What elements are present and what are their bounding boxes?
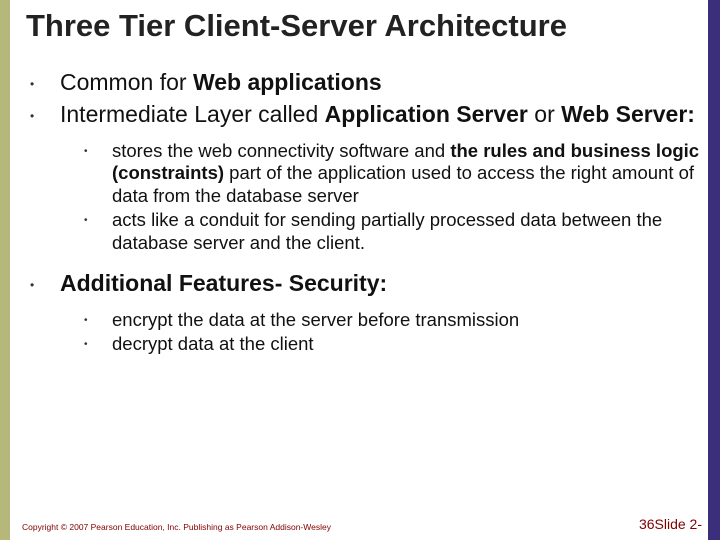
text-bold-fragment: Web Server: [561,101,695,127]
sub-bullet-list: • encrypt the data at the server before … [20,309,702,356]
main-bullet-list: • Common for Web applications • Intermed… [20,68,702,128]
text-fragment: Intermediate Layer called [60,101,325,127]
slide-number: 36Slide 2- [639,516,702,532]
bullet-dot-icon: • [30,100,60,123]
left-accent-stripe [0,0,10,540]
bullet-dot-icon: • [84,309,112,326]
bullet-dot-icon: • [30,269,60,292]
bullet-item: • Additional Features- Security: [30,269,702,297]
slide-content: Three Tier Client-Server Architecture • … [20,8,702,540]
text-fragment: or [528,101,561,127]
bullet-dot-icon: • [30,68,60,91]
sub-bullet-text: stores the web connectivity software and… [112,140,702,208]
bullet-item: • Common for Web applications [30,68,702,96]
sub-bullet-item: • acts like a conduit for sending partia… [84,209,702,254]
bullet-dot-icon: • [84,209,112,226]
bullet-item: • Intermediate Layer called Application … [30,100,702,128]
sub-bullet-text: encrypt the data at the server before tr… [112,309,519,332]
bullet-text: Additional Features- Security: [60,269,387,297]
right-accent-stripe [708,0,720,540]
sub-bullet-text: acts like a conduit for sending partiall… [112,209,702,254]
text-bold-fragment: Web applications [193,69,382,95]
text-bold-fragment: Additional Features- Security: [60,270,387,296]
bullet-text: Common for Web applications [60,68,382,96]
text-fragment: stores the web connectivity software and [112,140,450,161]
copyright-footer: Copyright © 2007 Pearson Education, Inc.… [22,522,331,532]
bullet-text: Intermediate Layer called Application Se… [60,100,695,128]
bullet-dot-icon: • [84,333,112,350]
sub-bullet-item: • decrypt data at the client [84,333,702,356]
bullet-dot-icon: • [84,140,112,157]
sub-bullet-text: decrypt data at the client [112,333,314,356]
sub-bullet-item: • encrypt the data at the server before … [84,309,702,332]
slide-title: Three Tier Client-Server Architecture [26,8,702,44]
main-bullet-list: • Additional Features- Security: [20,269,702,297]
sub-bullet-list: • stores the web connectivity software a… [20,140,702,255]
text-fragment: Common for [60,69,193,95]
text-bold-fragment: Application Server [325,101,528,127]
sub-bullet-item: • stores the web connectivity software a… [84,140,702,208]
